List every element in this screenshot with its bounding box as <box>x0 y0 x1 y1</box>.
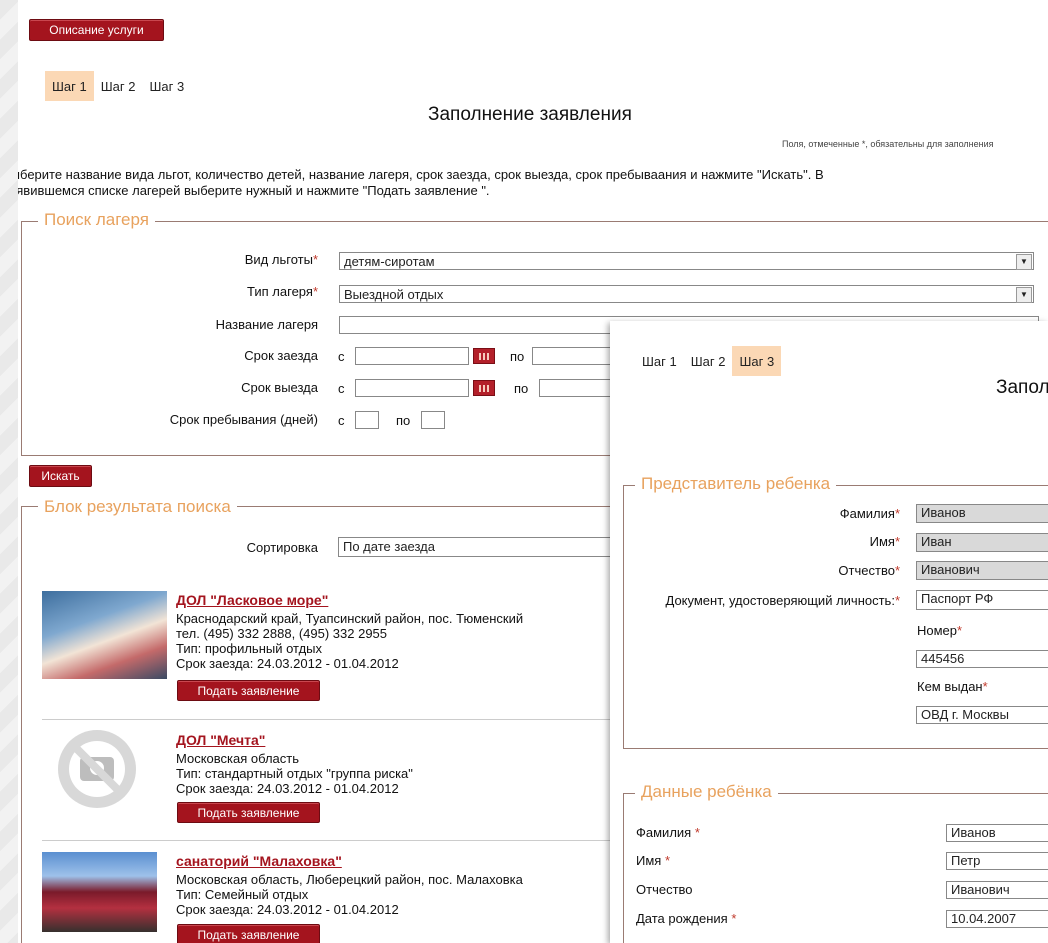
apply-button[interactable]: Подать заявление <box>177 924 320 943</box>
rep-patronymic-input[interactable]: Иванович <box>916 561 1048 580</box>
result-address: Московская область, Люберецкий район, по… <box>176 872 523 887</box>
departure-to-label: по <box>514 381 529 396</box>
child-dob-label: Дата рождения * <box>636 911 737 926</box>
calendar-icon[interactable] <box>473 380 495 396</box>
rep-name-label: Имя* <box>869 534 900 549</box>
instructions-line-2: появившемся списке лагерей выберите нужн… <box>18 183 490 198</box>
benefit-label: Вид льготы* <box>244 252 318 267</box>
arrival-from-label: с <box>338 349 345 364</box>
camp-photo <box>42 591 167 679</box>
result-address: Краснодарский край, Туапсинский район, п… <box>176 611 524 626</box>
search-legend: Поиск лагеря <box>38 210 155 230</box>
result-title[interactable]: ДОЛ "Ласковое море" <box>176 592 328 608</box>
camp-type-select[interactable]: Выездной отдых ▼ <box>339 285 1034 303</box>
no-photo-icon <box>58 730 136 808</box>
arrival-label: Срок заезда <box>244 348 318 363</box>
tab-step-2[interactable]: Шаг 2 <box>94 71 143 101</box>
result-dates: Срок заезда: 24.03.2012 - 01.04.2012 <box>176 902 399 917</box>
page-title: Заполнение заявления <box>428 104 632 125</box>
step-tabs: Шаг 1 Шаг 2 Шаг 3 <box>45 71 191 101</box>
calendar-icon[interactable] <box>473 348 495 364</box>
tab-step-1[interactable]: Шаг 1 <box>45 71 94 101</box>
rep-document-select[interactable]: Паспорт РФ <box>916 590 1048 610</box>
sort-label: Сортировка <box>246 540 318 555</box>
result-dates: Срок заезда: 24.03.2012 - 01.04.2012 <box>176 656 399 671</box>
child-surname-input[interactable]: Иванов <box>946 824 1048 842</box>
rep-surname-input[interactable]: Иванов <box>916 504 1048 523</box>
overlay-title: Запол <box>996 377 1048 398</box>
rep-number-label: Номер* <box>917 623 963 638</box>
result-type: Тип: профильный отдых <box>176 641 323 656</box>
service-description-button[interactable]: Описание услуги <box>29 19 164 41</box>
apply-button[interactable]: Подать заявление <box>177 802 320 823</box>
result-phone: тел. (495) 332 2888, (495) 332 2955 <box>176 626 388 641</box>
departure-to-input[interactable] <box>539 379 614 397</box>
rep-patronymic-label: Отчество* <box>838 563 900 578</box>
arrival-from-input[interactable] <box>355 347 469 365</box>
stay-from-input[interactable] <box>355 411 379 429</box>
chevron-down-icon: ▼ <box>1016 287 1032 303</box>
divider <box>42 840 622 841</box>
result-dates: Срок заезда: 24.03.2012 - 01.04.2012 <box>176 781 399 796</box>
departure-from-label: с <box>338 381 345 396</box>
camp-photo <box>42 852 157 932</box>
child-legend: Данные ребёнка <box>635 782 778 802</box>
rep-issued-label: Кем выдан* <box>917 679 988 694</box>
main-page: Описание услуги Шаг 1 Шаг 2 Шаг 3 Заполн… <box>18 0 1048 943</box>
step3-overlay-panel: Шаг 1 Шаг 2 Шаг 3 Запол Представитель ре… <box>610 321 1048 943</box>
rep-name-input[interactable]: Иван <box>916 533 1048 552</box>
results-legend: Блок результата поиска <box>38 497 237 517</box>
result-type: Тип: стандартный отдых "группа риска" <box>176 766 413 781</box>
result-title[interactable]: санаторий "Малаховка" <box>176 853 342 869</box>
child-name-input[interactable]: Петр <box>946 852 1048 870</box>
stay-label: Срок пребывания (дней) <box>169 412 318 427</box>
stay-to-label: по <box>396 413 411 428</box>
instructions-text: Выберите название вида льгот, количество… <box>18 167 1042 199</box>
arrival-to-label: по <box>510 349 525 364</box>
departure-label: Срок выезда <box>241 380 318 395</box>
representative-legend: Представитель ребенка <box>635 474 837 494</box>
rep-surname-label: Фамилия* <box>839 506 900 521</box>
camp-name-label: Название лагеря <box>215 317 318 332</box>
sort-select[interactable]: По дате заезда <box>338 537 618 557</box>
chevron-down-icon: ▼ <box>1016 254 1032 270</box>
stay-to-input[interactable] <box>421 411 445 429</box>
tab-step-1[interactable]: Шаг 1 <box>635 346 684 376</box>
tab-step-3[interactable]: Шаг 3 <box>142 71 191 101</box>
rep-issued-input[interactable]: ОВД г. Москвы <box>916 706 1048 724</box>
search-button[interactable]: Искать <box>29 465 92 487</box>
result-type: Тип: Семейный отдых <box>176 887 309 902</box>
divider <box>42 719 622 720</box>
required-fields-note: Поля, отмеченные *, обязательны для запо… <box>782 139 994 149</box>
rep-document-label: Документ, удостоверяющий личность:* <box>665 593 901 608</box>
arrival-to-input[interactable] <box>532 347 612 365</box>
child-name-label: Имя * <box>636 853 670 868</box>
departure-from-input[interactable] <box>355 379 469 397</box>
child-dob-input[interactable]: 10.04.2007 <box>946 910 1048 928</box>
result-title[interactable]: ДОЛ "Мечта" <box>176 732 265 748</box>
result-address: Московская область <box>176 751 300 766</box>
overlay-step-tabs: Шаг 1 Шаг 2 Шаг 3 <box>635 346 782 376</box>
child-patronymic-label: Отчество <box>636 882 693 897</box>
stay-from-label: с <box>338 413 345 428</box>
tab-step-2[interactable]: Шаг 2 <box>684 346 733 376</box>
benefit-select[interactable]: детям-сиротам ▼ <box>339 252 1034 270</box>
child-patronymic-input[interactable]: Иванович <box>946 881 1048 899</box>
rep-number-input[interactable]: 445456 <box>916 650 1048 668</box>
instructions-line-1: Выберите название вида льгот, количество… <box>18 167 824 182</box>
camp-type-label: Тип лагеря* <box>247 284 318 299</box>
child-surname-label: Фамилия * <box>636 825 700 840</box>
apply-button[interactable]: Подать заявление <box>177 680 320 701</box>
tab-step-3[interactable]: Шаг 3 <box>732 346 782 376</box>
